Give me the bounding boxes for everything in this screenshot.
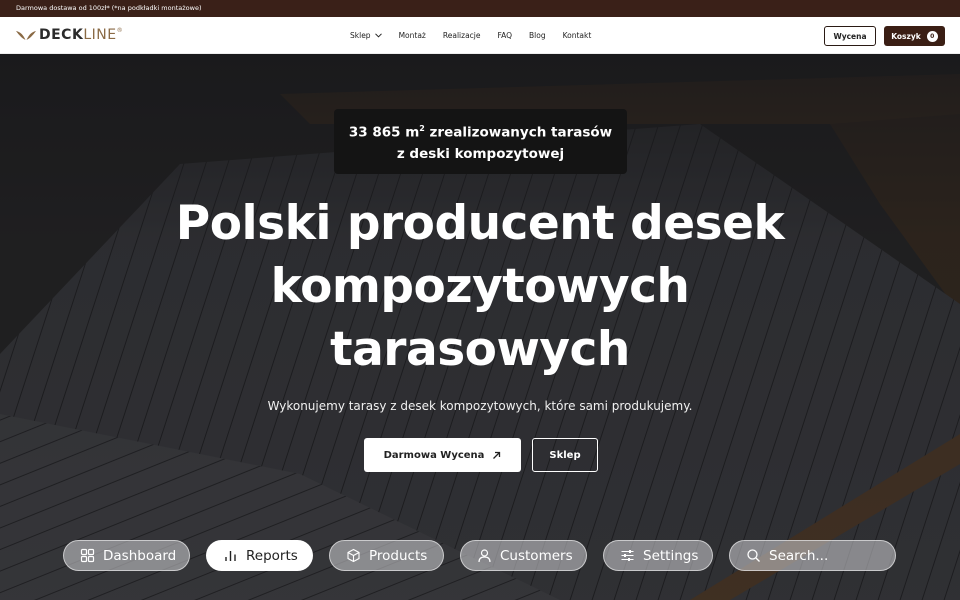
pill-products[interactable]: Products	[329, 540, 444, 571]
pill-settings[interactable]: Settings	[603, 540, 713, 571]
quote-button[interactable]: Wycena	[824, 26, 876, 46]
chevron-down-icon	[374, 33, 382, 38]
promo-bar: Darmowa dostawa od 100zł* (*na podkładki…	[0, 0, 960, 17]
free-quote-button[interactable]: Darmowa Wycena	[364, 438, 521, 472]
nav-item-realizacje[interactable]: Realizacje	[443, 31, 481, 40]
cart-button[interactable]: Koszyk 0	[884, 26, 945, 46]
box-icon	[347, 548, 360, 563]
pill-customers[interactable]: Customers	[460, 540, 587, 571]
dashboard-icon	[80, 548, 95, 563]
main-nav: Sklep Montaż Realizacje FAQ Blog Kontakt	[350, 17, 591, 54]
logo[interactable]: DECKLINE®	[16, 27, 123, 43]
arrow-up-right-icon	[493, 451, 501, 459]
nav-item-blog[interactable]: Blog	[529, 31, 546, 40]
nav-item-sklep[interactable]: Sklep	[350, 31, 382, 40]
search-icon	[747, 549, 760, 562]
hero-section: 33 865 m2 zrealizowanych tarasów z deski…	[0, 54, 960, 600]
hero-subline: Wykonujemy tarasy z desek kompozytowych,…	[267, 399, 693, 413]
stat-box: 33 865 m2 zrealizowanych tarasów z deski…	[334, 109, 627, 174]
cart-count-badge: 0	[926, 30, 938, 42]
bar-chart-icon	[225, 551, 236, 561]
stat-line-1: 33 865 m2 zrealizowanych tarasów	[348, 123, 613, 141]
search-input[interactable]: Search...	[729, 540, 896, 571]
nav-item-kontakt[interactable]: Kontakt	[563, 31, 592, 40]
nav-item-montaz[interactable]: Montaż	[399, 31, 426, 40]
logo-wings-icon	[16, 31, 36, 40]
promo-text: Darmowa dostawa od 100zł* (*na podkładki…	[16, 4, 202, 12]
shop-button[interactable]: Sklep	[532, 438, 598, 472]
user-icon	[478, 549, 491, 563]
stat-line-2: z deski kompozytowej	[396, 146, 565, 163]
sliders-icon	[621, 550, 634, 561]
site-header: DECKLINE® Sklep Montaż Realizacje FAQ Bl…	[0, 17, 960, 54]
hero-headline: Polski producent desek kompozytowych tar…	[175, 196, 785, 377]
nav-item-faq[interactable]: FAQ	[497, 31, 512, 40]
pill-reports[interactable]: Reports	[206, 540, 313, 571]
pill-dashboard[interactable]: Dashboard	[63, 540, 190, 571]
logo-text: DECKLINE®	[39, 27, 124, 43]
